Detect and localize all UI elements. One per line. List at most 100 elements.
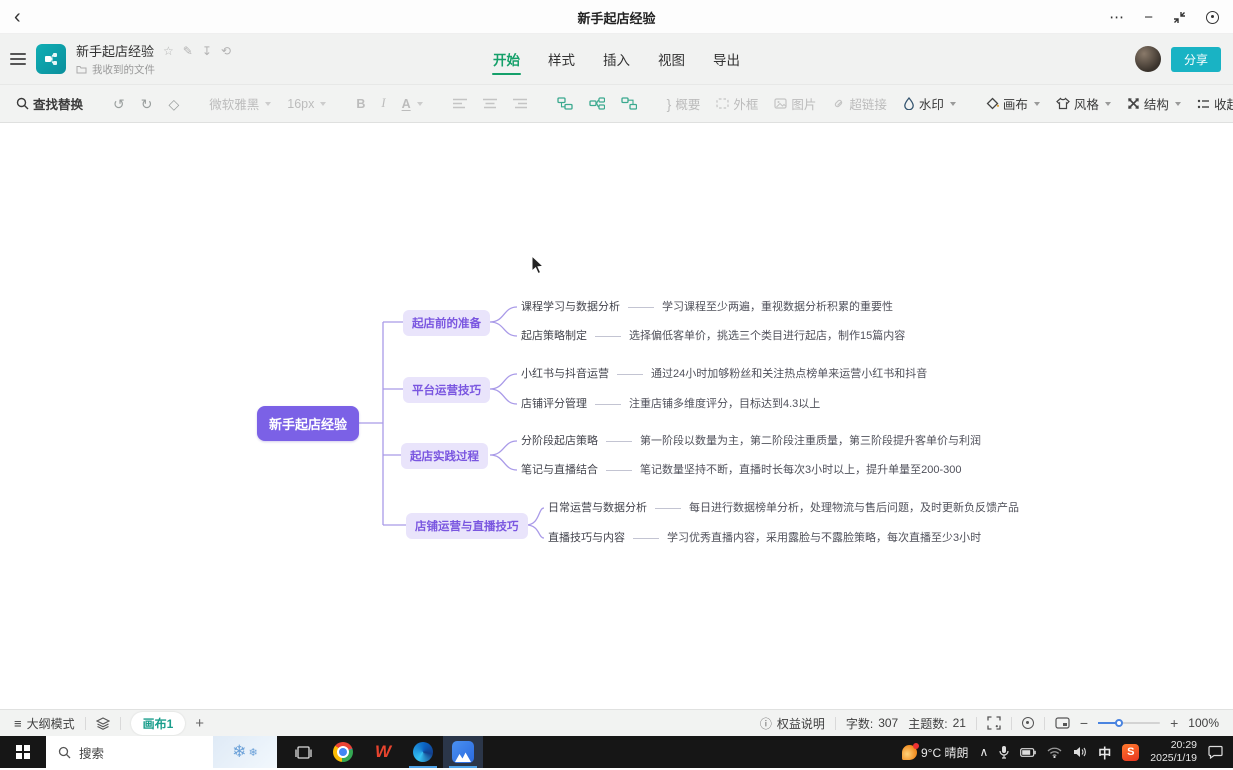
format-painter-button[interactable]: ◇ <box>164 94 183 114</box>
ime-indicator[interactable]: 中 <box>1098 743 1111 762</box>
taskbar-edge-icon[interactable] <box>403 736 443 768</box>
mindmap-root-node[interactable]: 新手起店经验 <box>257 406 359 441</box>
align-right-button[interactable] <box>509 95 531 112</box>
insert-sibling-node-button[interactable] <box>553 94 577 113</box>
mindmap-leaf-node[interactable]: 店铺评分管理注重店铺多维度评分，目标达到4.3以上 <box>521 395 820 413</box>
insert-parent-node-button[interactable] <box>617 94 641 113</box>
boundary-button[interactable]: 外框 <box>712 91 762 116</box>
align-left-button[interactable] <box>449 95 471 112</box>
menu-hamburger-button[interactable] <box>10 53 26 65</box>
fullscreen-icon[interactable] <box>987 716 1001 730</box>
window-restore-icon[interactable] <box>1173 11 1186 24</box>
zoom-in-button[interactable]: + <box>1170 715 1178 731</box>
battery-tray-icon[interactable] <box>1020 748 1036 757</box>
window-pin-icon[interactable] <box>1206 11 1219 24</box>
taskbar-weather-widget[interactable]: ❄ ❄ <box>213 736 277 768</box>
note-connector <box>595 404 621 405</box>
minimap-icon[interactable] <box>1055 717 1070 729</box>
weather-tray-item[interactable]: 9°C 晴朗 <box>902 744 968 761</box>
history-icon[interactable]: ⟲ <box>221 45 231 57</box>
document-location[interactable]: 我收到的文件 <box>76 62 231 77</box>
taskbar-mindmap-app-icon[interactable] <box>443 736 483 768</box>
window-minimize-button[interactable]: − <box>1144 10 1153 25</box>
taskbar-wps-icon[interactable]: W <box>363 736 403 768</box>
hyperlink-button[interactable]: 超链接 <box>828 91 891 116</box>
taskbar-chrome-icon[interactable] <box>323 736 363 768</box>
statusbar: ≡ 大纲模式 画布1 + ⓘ 权益说明 字数:307 主题数:21 − + 10… <box>0 709 1233 736</box>
share-button[interactable]: 分享 <box>1171 47 1221 72</box>
folder-icon <box>76 65 87 74</box>
watermark-button[interactable]: 水印 <box>899 91 960 116</box>
zoom-slider-knob[interactable] <box>1115 719 1123 727</box>
mindmap-leaf-node[interactable]: 小红书与抖音运营通过24小时加够粉丝和关注热点榜单来运营小红书和抖音 <box>521 365 927 383</box>
note-connector <box>595 336 621 337</box>
insert-image-button[interactable]: 图片 <box>770 91 820 116</box>
tab-insert[interactable]: 插入 <box>602 45 631 73</box>
style-button[interactable]: 风格 <box>1052 91 1115 116</box>
add-canvas-button[interactable]: + <box>195 715 204 732</box>
zoom-out-button[interactable]: − <box>1080 715 1088 731</box>
font-size-select[interactable]: 16px <box>283 94 330 114</box>
mindmap-connectors <box>0 123 1233 709</box>
collapse-button[interactable]: 收起 <box>1193 91 1233 116</box>
microphone-tray-icon[interactable] <box>999 745 1009 759</box>
wifi-tray-icon[interactable] <box>1047 747 1062 758</box>
tab-start[interactable]: 开始 <box>492 45 521 73</box>
mouse-cursor <box>531 255 545 275</box>
find-replace-button[interactable]: 查找替换 <box>12 91 87 116</box>
mindmap-leaf-node[interactable]: 笔记与直播结合笔记数量坚持不断，直播时长每次3小时以上，提升单量至200-300 <box>521 461 962 479</box>
summary-button[interactable]: }概要 <box>663 91 705 116</box>
bold-button[interactable]: B <box>352 94 369 114</box>
font-family-select[interactable]: 微软雅黑 <box>205 91 275 116</box>
volume-tray-icon[interactable] <box>1073 746 1087 758</box>
collapse-icon <box>1197 98 1210 110</box>
tab-view[interactable]: 视图 <box>657 45 686 73</box>
font-color-button[interactable]: A <box>398 94 427 114</box>
insert-child-node-button[interactable] <box>585 94 609 113</box>
undo-button[interactable]: ↺ <box>109 94 129 114</box>
tab-style[interactable]: 样式 <box>547 45 576 73</box>
mindmap-branch-node[interactable]: 起店实践过程 <box>401 443 488 469</box>
mindmap-leaf-node[interactable]: 分阶段起店策略第一阶段以数量为主，第二阶段注重质量，第三阶段提升客单价与利润 <box>521 432 981 450</box>
outline-list-icon: ≡ <box>14 716 22 731</box>
zoom-slider[interactable] <box>1098 722 1160 724</box>
tray-expand-button[interactable]: ∧ <box>979 745 988 759</box>
rights-info-button[interactable]: ⓘ 权益说明 <box>760 715 825 732</box>
canvas-button[interactable]: 画布 <box>982 91 1044 116</box>
mindmap-leaf-node[interactable]: 起店策略制定选择偏低客单价，挑选三个类目进行起店，制作15篇内容 <box>521 327 905 345</box>
mindmap-branch-node[interactable]: 店铺运营与直播技巧 <box>406 513 528 539</box>
taskbar-clock[interactable]: 20:29 2025/1/19 <box>1150 739 1197 765</box>
app-logo-icon <box>36 44 66 74</box>
notification-center-button[interactable] <box>1208 745 1223 759</box>
canvas-tab-1[interactable]: 画布1 <box>131 712 186 735</box>
caret-down-icon <box>950 102 956 106</box>
image-icon <box>774 98 787 109</box>
outline-mode-button[interactable]: ≡ 大纲模式 <box>14 715 75 732</box>
window-more-button[interactable]: ⋯ <box>1109 10 1124 25</box>
mindmap-leaf-node[interactable]: 课程学习与数据分析学习课程至少两遍，重视数据分析积累的重要性 <box>521 298 893 316</box>
redo-button[interactable]: ↻ <box>137 94 157 114</box>
task-view-button[interactable] <box>283 736 323 768</box>
download-icon[interactable]: ↧ <box>202 45 212 57</box>
align-center-button[interactable] <box>479 95 501 112</box>
mindmap-leaf-node[interactable]: 直播技巧与内容学习优秀直播内容，采用露脸与不露脸策略，每次直播至少3小时 <box>548 529 981 547</box>
favorite-star-icon[interactable]: ☆ <box>163 45 174 57</box>
taskbar-search-input[interactable]: 搜索 <box>46 736 213 768</box>
start-button[interactable] <box>0 736 46 768</box>
tab-export[interactable]: 导出 <box>712 45 741 73</box>
edge-browser-icon <box>413 742 433 762</box>
layers-icon[interactable] <box>96 717 110 730</box>
mindmap-branch-node[interactable]: 平台运营技巧 <box>403 377 490 403</box>
zoom-level: 100% <box>1188 716 1219 730</box>
rename-icon[interactable]: ✎ <box>183 45 193 57</box>
mindmap-leaf-node[interactable]: 日常运营与数据分析每日进行数据榜单分析，处理物流与售后问题，及时更新负反馈产品 <box>548 499 1019 517</box>
mindmap-branch-node[interactable]: 起店前的准备 <box>403 310 490 336</box>
italic-button[interactable]: I <box>377 93 389 114</box>
sogou-ime-icon[interactable]: S <box>1122 744 1139 761</box>
shirt-icon <box>1056 97 1070 110</box>
user-avatar[interactable] <box>1135 46 1161 72</box>
mindmap-canvas[interactable]: 新手起店经验 起店前的准备 平台运营技巧 起店实践过程 店铺运营与直播技巧 课程… <box>0 123 1233 709</box>
structure-button[interactable]: 结构 <box>1123 91 1185 116</box>
note-connector <box>633 538 659 539</box>
locate-center-button[interactable] <box>1022 717 1034 729</box>
